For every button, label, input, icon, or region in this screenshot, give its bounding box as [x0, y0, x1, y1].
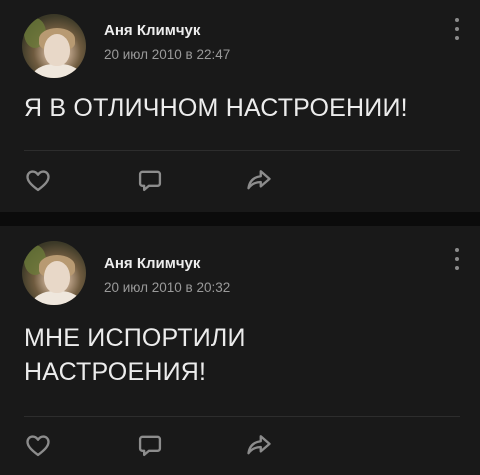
like-button[interactable]: [22, 429, 54, 461]
share-button[interactable]: [243, 164, 275, 196]
post-text: Я В ОТЛИЧНОМ НАСТРОЕНИИ!: [24, 94, 408, 122]
avatar[interactable]: [22, 14, 86, 78]
more-options-button[interactable]: [454, 248, 460, 274]
post-timestamp[interactable]: 20 июл 2010 в 20:32: [104, 280, 230, 295]
comment-icon: [138, 435, 162, 457]
avatar-body: [32, 291, 82, 305]
avatar-face: [44, 261, 70, 293]
author-name[interactable]: Аня Климчук: [104, 255, 200, 272]
more-vertical-icon: [455, 18, 459, 22]
like-button[interactable]: [22, 164, 54, 196]
post-card: Аня Климчук 20 июл 2010 в 22:47 Я В ОТЛИ…: [0, 0, 480, 212]
author-name[interactable]: Аня Климчук: [104, 22, 200, 39]
share-icon: [247, 170, 271, 190]
comment-button[interactable]: [134, 429, 166, 461]
more-options-button[interactable]: [454, 18, 460, 44]
post-card: Аня Климчук 20 июл 2010 в 20:32 МНЕ ИСПО…: [0, 226, 480, 475]
avatar-body: [32, 64, 82, 78]
comment-button[interactable]: [134, 164, 166, 196]
more-vertical-icon-dot: [455, 36, 459, 40]
share-button[interactable]: [243, 429, 275, 461]
avatar[interactable]: [22, 241, 86, 305]
avatar-face: [44, 34, 70, 66]
post-timestamp[interactable]: 20 июл 2010 в 22:47: [104, 47, 230, 62]
more-vertical-icon-dot: [455, 27, 459, 31]
divider: [24, 150, 460, 151]
feed: Аня Климчук 20 июл 2010 в 22:47 Я В ОТЛИ…: [0, 0, 480, 475]
comment-icon: [138, 170, 162, 192]
divider: [24, 416, 460, 417]
more-vertical-icon: [455, 248, 459, 252]
more-vertical-icon-dot: [455, 266, 459, 270]
heart-icon: [26, 170, 50, 192]
heart-icon: [26, 435, 50, 457]
more-vertical-icon-dot: [455, 257, 459, 261]
post-text: МНЕ ИСПОРТИЛИ НАСТРОЕНИЯ!: [24, 324, 246, 386]
share-icon: [247, 435, 271, 455]
